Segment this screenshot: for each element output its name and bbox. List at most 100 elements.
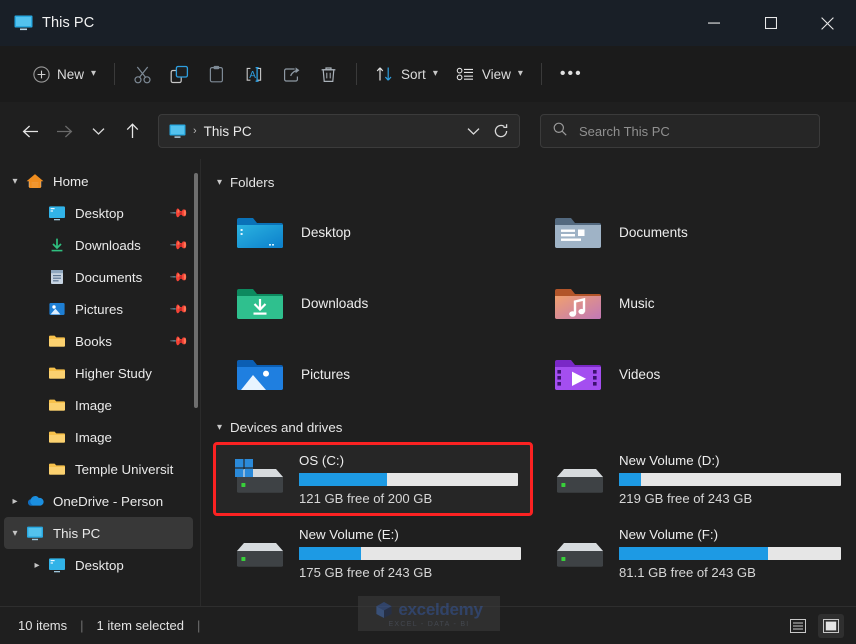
sidebar-item-label: Pictures bbox=[75, 301, 124, 317]
drive-usage-bar bbox=[619, 472, 841, 486]
sidebar-item-downloads[interactable]: ▸ Downloads 📌 bbox=[4, 229, 193, 261]
sidebar-item-this-pc-desktop[interactable]: ▸ Desktop bbox=[4, 549, 193, 581]
toolbar-divider-3 bbox=[540, 63, 542, 85]
sidebar-item-documents[interactable]: ▸ Documents 📌 bbox=[4, 261, 193, 293]
details-view-button[interactable] bbox=[785, 614, 811, 638]
address-row: › This PC Search This PC bbox=[0, 103, 856, 159]
new-button[interactable]: New ▾ bbox=[24, 56, 105, 92]
status-divider: | bbox=[80, 618, 84, 633]
close-button[interactable] bbox=[799, 0, 856, 46]
pin-icon[interactable]: 📌 bbox=[169, 203, 189, 223]
drives-group-header[interactable]: ▾ Devices and drives bbox=[213, 414, 856, 440]
rename-icon: A bbox=[244, 65, 264, 84]
sidebar-item-image-2[interactable]: ▸ Image bbox=[4, 421, 193, 453]
sidebar-item-image-1[interactable]: ▸ Image bbox=[4, 389, 193, 421]
sidebar-item-home[interactable]: ▾ Home bbox=[4, 165, 193, 197]
view-button[interactable]: View ▾ bbox=[447, 56, 532, 92]
status-divider-2: | bbox=[196, 618, 201, 633]
copy-icon bbox=[170, 65, 189, 84]
minimize-button[interactable] bbox=[685, 0, 742, 46]
chevron-down-icon[interactable]: ▾ bbox=[217, 422, 222, 433]
drive-icon bbox=[551, 457, 609, 501]
ellipsis-icon: ••• bbox=[559, 65, 583, 82]
pin-icon[interactable]: 📌 bbox=[169, 235, 189, 255]
chevron-right-icon[interactable]: ▸ bbox=[26, 560, 48, 571]
tree-spacer: ▸ bbox=[26, 432, 48, 443]
chevron-down-icon[interactable]: ▾ bbox=[217, 177, 222, 188]
sidebar-item-temple-university[interactable]: ▸ Temple Universit bbox=[4, 453, 193, 485]
folder-item-videos[interactable]: Videos bbox=[531, 339, 849, 410]
music-folder-icon bbox=[553, 283, 603, 325]
refresh-button[interactable] bbox=[487, 117, 515, 145]
drive-item-new-volume-f[interactable]: New Volume (F:) 81.1 GB free of 243 GB bbox=[533, 516, 853, 590]
large-icons-view-button[interactable] bbox=[818, 613, 844, 638]
sidebar-scrollbar[interactable] bbox=[194, 173, 198, 408]
drive-item-os-c[interactable]: OS (C:) 121 GB free of 200 GB bbox=[213, 442, 533, 516]
chevron-down-icon: ▾ bbox=[432, 68, 438, 79]
view-icon bbox=[456, 65, 475, 83]
sidebar-item-label: This PC bbox=[53, 525, 101, 541]
drive-item-new-volume-e[interactable]: New Volume (E:) 175 GB free of 243 GB bbox=[213, 516, 533, 590]
sidebar-item-books[interactable]: ▸ Books 📌 bbox=[4, 325, 193, 357]
maximize-button[interactable] bbox=[742, 0, 799, 46]
onedrive-icon bbox=[26, 493, 44, 509]
chevron-down-icon[interactable]: ▾ bbox=[4, 176, 26, 187]
more-options-button[interactable]: ••• bbox=[551, 56, 592, 92]
recent-locations-button[interactable] bbox=[82, 115, 114, 147]
sidebar-item-pictures[interactable]: ▸ Pictures 📌 bbox=[4, 293, 193, 325]
this-pc-monitor-icon bbox=[14, 15, 33, 32]
documents-folder-icon bbox=[553, 212, 603, 254]
sidebar-item-this-pc[interactable]: ▾ This PC bbox=[4, 517, 193, 549]
status-bar: 10 items | 1 item selected | bbox=[0, 606, 856, 644]
forward-button[interactable] bbox=[48, 115, 80, 147]
tree-spacer: ▸ bbox=[26, 368, 48, 379]
folder-icon bbox=[48, 461, 66, 477]
desktop-folder-icon bbox=[235, 212, 285, 254]
search-box[interactable]: Search This PC bbox=[540, 114, 820, 148]
delete-button[interactable] bbox=[310, 56, 347, 92]
up-button[interactable] bbox=[116, 115, 148, 147]
this-pc-icon bbox=[26, 525, 44, 541]
folder-item-pictures[interactable]: Pictures bbox=[213, 339, 531, 410]
cut-button[interactable] bbox=[124, 56, 161, 92]
drive-usage-fill bbox=[619, 472, 642, 486]
sort-button[interactable]: Sort ▾ bbox=[366, 56, 447, 92]
back-button[interactable] bbox=[14, 115, 46, 147]
share-button[interactable] bbox=[273, 56, 310, 92]
drive-free-space: 175 GB free of 243 GB bbox=[299, 564, 433, 580]
pin-icon[interactable]: 📌 bbox=[169, 267, 189, 287]
folder-label: Documents bbox=[619, 225, 688, 240]
rename-button[interactable]: A bbox=[235, 56, 273, 92]
tree-spacer: ▸ bbox=[26, 400, 48, 411]
sidebar-item-onedrive[interactable]: ▸ OneDrive - Person bbox=[4, 485, 193, 517]
folder-item-documents[interactable]: Documents bbox=[531, 197, 849, 268]
folder-icon bbox=[48, 365, 66, 381]
folders-group-header[interactable]: ▾ Folders bbox=[213, 169, 856, 195]
pin-icon[interactable]: 📌 bbox=[169, 331, 189, 351]
sidebar-item-label: OneDrive - Person bbox=[53, 493, 164, 509]
address-bar[interactable]: › This PC bbox=[158, 114, 520, 148]
breadcrumb-path: This PC bbox=[203, 123, 252, 139]
sidebar-item-desktop[interactable]: ▸ Desktop 📌 bbox=[4, 197, 193, 229]
folder-item-desktop[interactable]: Desktop bbox=[213, 197, 531, 268]
drive-label: New Volume (E:) bbox=[299, 526, 399, 542]
chevron-down-icon: ▾ bbox=[517, 68, 523, 79]
explorer-body: ▾ Home ▸ bbox=[0, 159, 856, 606]
toolbar-divider-2 bbox=[356, 63, 358, 85]
drive-label: New Volume (F:) bbox=[619, 526, 719, 542]
copy-button[interactable] bbox=[161, 56, 198, 92]
sidebar-item-higher-study[interactable]: ▸ Higher Study bbox=[4, 357, 193, 389]
address-dropdown-button[interactable] bbox=[459, 117, 487, 145]
drive-item-new-volume-d[interactable]: New Volume (D:) 219 GB free of 243 GB bbox=[533, 442, 853, 516]
item-count-label: 10 items bbox=[18, 618, 68, 633]
drive-info: New Volume (E:) 175 GB free of 243 GB bbox=[299, 527, 533, 580]
title-bar: This PC bbox=[0, 0, 856, 46]
folder-item-downloads[interactable]: Downloads bbox=[213, 268, 531, 339]
folder-item-music[interactable]: Music bbox=[531, 268, 849, 339]
chevron-right-icon[interactable]: ▸ bbox=[4, 496, 26, 507]
paste-button[interactable] bbox=[198, 56, 235, 92]
search-input[interactable]: Search This PC bbox=[579, 124, 670, 139]
pin-icon[interactable]: 📌 bbox=[169, 299, 189, 319]
folders-grid: Desktop Documents Downloads Music Pictur… bbox=[213, 197, 856, 410]
chevron-down-icon[interactable]: ▾ bbox=[4, 528, 26, 539]
